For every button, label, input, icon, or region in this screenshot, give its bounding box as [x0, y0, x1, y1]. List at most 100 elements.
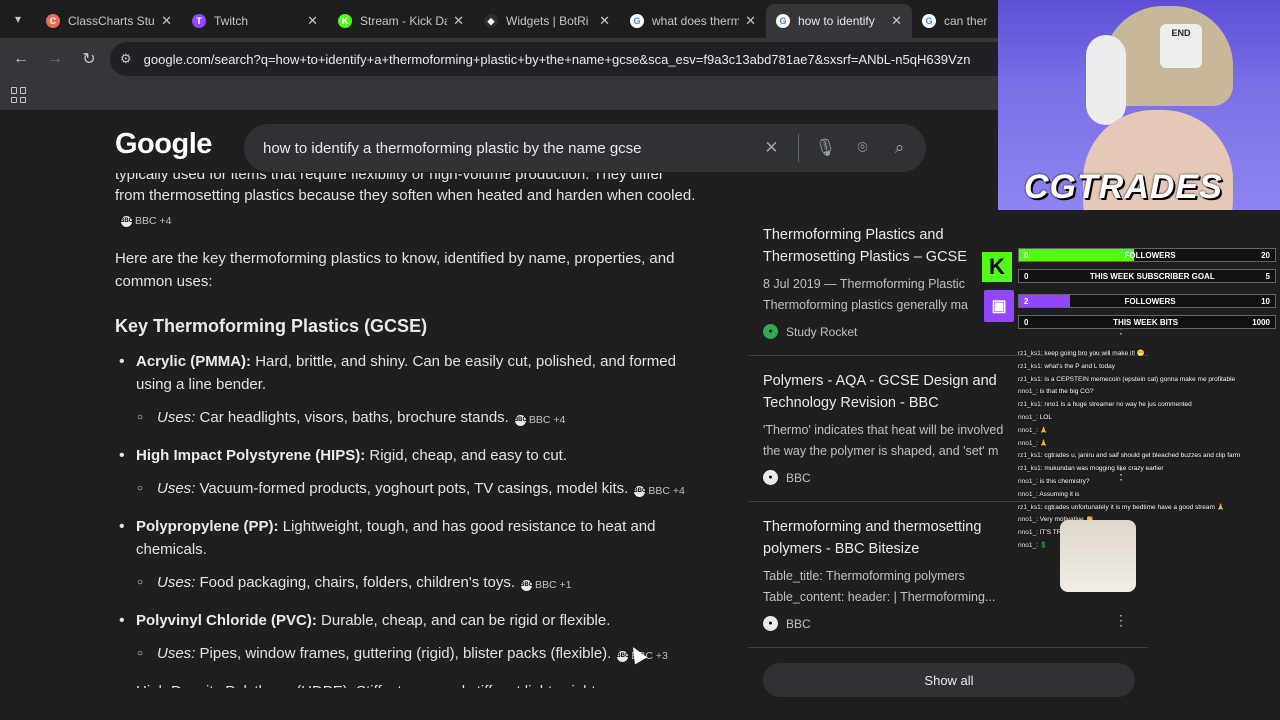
source-snippet: Table_title: Thermoforming polymers Table…	[763, 569, 996, 604]
chat-message: nno1_: Assuming it is	[1018, 489, 1280, 502]
tab-favicon-icon: K	[338, 14, 352, 28]
lens-camera-icon[interactable]: ⌾	[844, 138, 881, 158]
chat-text: : is that the big CG?	[1036, 388, 1094, 396]
tab-favicon-icon: T	[192, 14, 206, 28]
tab[interactable]: Gwhat does therm ✕	[620, 4, 766, 38]
chat-username: rz1_ks1	[1018, 452, 1041, 460]
uses-item: Uses: Pipes, window frames, guttering (r…	[115, 642, 705, 668]
goal-bar: 0 THIS WEEK BITS 1000	[1018, 315, 1276, 329]
search-box[interactable]: how to identify a thermoforming plastic …	[244, 124, 926, 172]
chat-text: : what's the P and L today	[1040, 362, 1116, 370]
tab[interactable]: ◆ Widgets | BotRi ✕	[474, 4, 620, 38]
chat-message: nno1_: 🙏	[1018, 425, 1280, 438]
section-heading: Key Thermoforming Plastics (GCSE)	[115, 316, 428, 336]
list-item: High Impact Polystyrene (HIPS): Rigid, c…	[115, 444, 705, 467]
tab[interactable]: K Stream - Kick Da ✕	[328, 4, 474, 38]
search-divider	[798, 134, 799, 162]
back-arrow-icon[interactable]: ←	[4, 42, 38, 76]
plastic-name: Acrylic (PMMA):	[136, 353, 252, 370]
chat-message: nno1_: LOL	[1018, 412, 1280, 425]
tab-close-icon[interactable]: ✕	[453, 13, 464, 29]
tab-title: what does therm	[652, 14, 740, 28]
search-query[interactable]: how to identify a thermoforming plastic …	[263, 140, 753, 157]
tab-favicon-icon: G	[922, 14, 936, 28]
cap-badge: END	[1160, 24, 1202, 68]
goal-label: THIS WEEK SUBSCRIBER GOAL	[1089, 271, 1215, 281]
chat-text: : is a CEPSTEIN memecoin (epstein cat) g…	[1040, 375, 1236, 383]
chat-text: : mukundan was mogging like crazy earlie…	[1040, 465, 1164, 473]
list-item: Polyvinyl Chloride (PVC): Durable, cheap…	[115, 609, 705, 632]
chat-text: : LOL	[1036, 413, 1052, 421]
tab-close-icon[interactable]: ✕	[161, 13, 172, 29]
list-item-cut: High Density Polythene (HDPE): Stiff, st…	[115, 680, 705, 688]
clear-icon[interactable]: ✕	[753, 138, 790, 158]
tab-close-icon[interactable]: ✕	[891, 13, 902, 29]
forward-arrow-icon[interactable]: →	[38, 42, 72, 76]
apps-grid-icon[interactable]	[11, 87, 27, 103]
uses-label: Uses:	[157, 480, 196, 497]
chat-username: rz1_ks1	[1018, 503, 1041, 511]
tab-search-icon[interactable]: ▾	[0, 0, 36, 38]
uses-item: Uses: Vacuum-formed products, yoghourt p…	[115, 477, 705, 503]
uses-text: Vacuum-formed products, yoghourt pots, T…	[199, 480, 629, 497]
chat-username: rz1_ks1	[1018, 362, 1041, 370]
tab-close-icon[interactable]: ✕	[745, 13, 756, 29]
overview-lead: Here are the key thermoforming plastics …	[115, 250, 675, 290]
chat-username: nno1_	[1018, 477, 1037, 485]
more-options-icon[interactable]: ⋮	[1114, 612, 1128, 629]
source-chip[interactable]: BBC BBC +4	[633, 480, 685, 503]
uses-item: Uses: Food packaging, chairs, folders, c…	[115, 571, 705, 597]
uses-label: Uses:	[157, 574, 196, 591]
chat-username: nno1_	[1018, 516, 1037, 524]
site-info-icon[interactable]: ⚙	[120, 51, 132, 67]
source-title[interactable]: Thermoforming Plastics and Thermosetting…	[763, 224, 1013, 268]
plastic-desc: Rigid, cheap, and easy to cut.	[369, 447, 568, 464]
tab-close-icon[interactable]: ✕	[307, 13, 318, 29]
source-title[interactable]: Polymers - AQA - GCSE Design and Technol…	[763, 370, 1013, 414]
site-logo-icon: ●	[763, 470, 778, 485]
tab[interactable]: C ClassCharts Stud ✕	[36, 4, 182, 38]
ai-overview: typically used for items that require fl…	[115, 170, 705, 710]
twitch-logo-icon: ▣	[984, 290, 1014, 322]
chat-username: nno1_	[1018, 490, 1037, 498]
chat-text: : Assuming it is	[1036, 490, 1080, 498]
source-chip[interactable]: BBC BBC +1	[520, 574, 572, 597]
uses-item: Uses: Car headlights, visors, baths, bro…	[115, 406, 705, 432]
source-card[interactable]: Thermoforming Plastics and Thermosetting…	[748, 210, 1148, 356]
goal-current: 0	[1024, 317, 1029, 327]
uses-label: Uses:	[157, 409, 196, 426]
tab-title: ClassCharts Stud	[68, 14, 156, 28]
show-all-button[interactable]: Show all	[763, 663, 1135, 697]
goal-target: 10	[1261, 296, 1270, 306]
search-icon[interactable]: ⌕	[881, 138, 918, 158]
chat-username: rz1_ks1	[1018, 401, 1041, 409]
goal-target: 1000	[1252, 317, 1270, 327]
goal-bar: 0 THIS WEEK SUBSCRIBER GOAL 5	[1018, 269, 1276, 283]
tab-favicon-icon: G	[630, 14, 644, 28]
chat-message: rz1_ks1: mukundan was mogging like crazy…	[1018, 463, 1280, 476]
tab-close-icon[interactable]: ✕	[599, 13, 610, 29]
chat-text: : keep going bro you will make it! 😁	[1040, 350, 1145, 357]
chat-text: : cgtrades unfortunately it is my bedtim…	[1040, 503, 1225, 511]
list-item: Polypropylene (PP): Lightweight, tough, …	[115, 515, 705, 561]
source-chip[interactable]: BBC BBC +4	[120, 210, 171, 233]
tab[interactable]: Ghow to identify ✕	[766, 4, 912, 38]
source-title[interactable]: Thermoforming and thermosetting polymers…	[763, 516, 1013, 560]
chat-username: rz1_ks1	[1018, 375, 1041, 383]
tab-favicon-icon: ◆	[484, 14, 498, 28]
chat-text: : cgtrades u, janiru and saif should get…	[1040, 452, 1241, 460]
microphone-icon[interactable]: 🎙	[807, 138, 844, 158]
reload-icon[interactable]: ↻	[72, 42, 106, 76]
chat-box: rz1_ks1 : keep going bro you will make it…	[1018, 348, 1280, 550]
chat-message: rz1_ks1: nno1 is a huge streamer no way …	[1018, 399, 1280, 412]
chat-message: nno1_: 💲	[1018, 540, 1280, 550]
source-chip[interactable]: BBC BBC +4	[514, 409, 565, 432]
tab[interactable]: T Twitch ✕	[182, 4, 328, 38]
plastic-name: Polypropylene (PP):	[136, 518, 279, 535]
google-logo[interactable]: Google	[115, 128, 212, 161]
goal-current: 0	[1024, 250, 1029, 260]
chat-message: nno1_: Very motivative 👏	[1018, 514, 1280, 527]
stream-brand-text: CGTRADES	[1024, 168, 1223, 206]
goal-target: 5	[1265, 271, 1270, 281]
uses-text: Car headlights, visors, baths, brochure …	[199, 409, 509, 426]
